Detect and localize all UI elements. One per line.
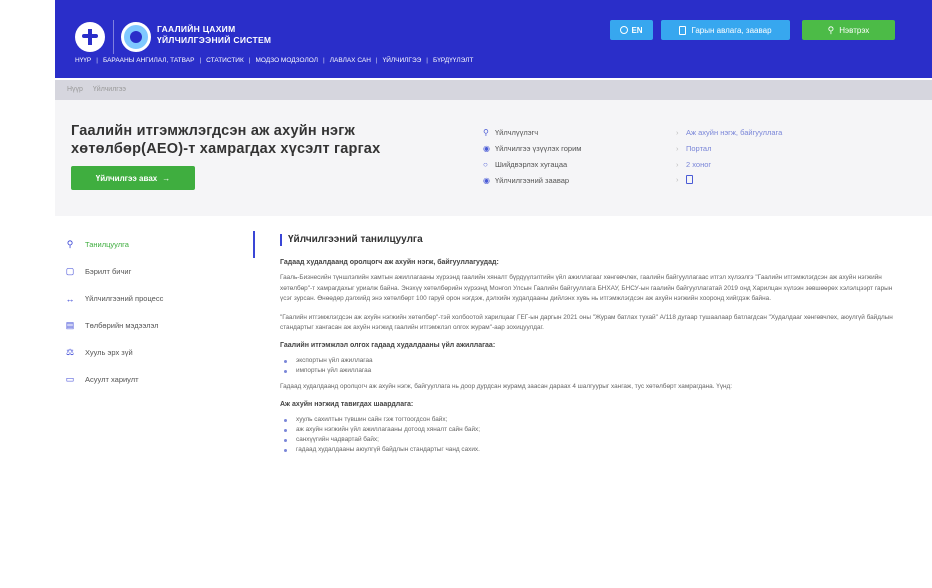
nav-separator: |	[375, 57, 378, 64]
sidebar-item-label: Хууль эрх зүй	[85, 348, 133, 357]
guide-document-link[interactable]	[676, 174, 693, 186]
login-label: Нэвтрэх	[839, 25, 870, 35]
nav-item-reference[interactable]: ЛАВЛАХ САН	[330, 57, 371, 64]
breadcrumb: Нүүр Үйлчилгээ	[67, 86, 126, 93]
list-item: аж ахуйн нэгжийн үйл ажиллагааны дотоод …	[280, 425, 900, 435]
list-item: экспортын үйл ажиллагаа	[280, 356, 900, 366]
document-icon	[686, 174, 693, 184]
top-header: ГААЛИЙН ЦАХИМ ҮЙЛЧИЛГЭЭНИЙ СИСТЕМ EN Гар…	[55, 0, 932, 78]
service-info-list: ⚲ Үйлчлүүлэгч Аж ахуйн нэгж, байгууллага…	[483, 124, 883, 188]
info-row-mode: ◉ Үйлчилгээ үзүүлэх горим Портал	[483, 140, 883, 156]
document-icon	[679, 25, 687, 35]
sidebar-item-label: Үйлчилгээний процесс	[85, 294, 164, 303]
nav-item-services[interactable]: ҮЙЛЧИЛГЭЭ	[383, 57, 422, 64]
main-nav: НҮҮР | БАРААНЫ АНГИЛАЛ, ТАТВАР | СТАТИСТИК…	[75, 57, 473, 64]
language-button[interactable]: EN	[610, 20, 653, 40]
content-subheading: Аж ахуйн нэгжид тавигдах шаардлага:	[280, 400, 414, 408]
document-icon: ▢	[65, 266, 75, 276]
requirements-list: хууль сахилтын түвшин сайн гэж тогтоогдс…	[280, 415, 900, 456]
logo-divider	[113, 20, 114, 54]
section-title: Үйлчилгээний танилцуулга	[280, 234, 900, 246]
info-label: Үйлчлүүлэгч	[495, 127, 539, 137]
breadcrumb-current: Үйлчилгээ	[92, 86, 126, 93]
content-paragraph: Гадаад худалдаанд оролцогч аж ахуйн нэгж…	[280, 383, 733, 391]
globe-icon	[620, 26, 629, 34]
content-paragraph: Гааль-Бизнесийн түншлэлийн хамтын ажилла…	[280, 274, 893, 302]
sidebar-item-label: Асуулт хариулт	[85, 375, 139, 384]
content-paragraph: "Гаалийн итгэмжлэгдсэн аж ахуйн нэгжийн …	[280, 313, 893, 332]
org-name-line1: ГААЛИЙН ЦАХИМ	[157, 24, 236, 34]
customs-emblem-icon[interactable]	[75, 22, 105, 52]
language-label: EN	[631, 25, 643, 35]
nav-separator: |	[199, 57, 202, 64]
service-content: Үйлчилгээний танилцуулга Гадаад худалдаа…	[280, 234, 900, 462]
list-item: хууль сахилтын түвшин сайн гэж тогтоогдс…	[280, 415, 900, 425]
info-label: Үйлчилгээний заавар	[495, 175, 570, 185]
sidebar-item-payment[interactable]: ▤ Төлбөрийн мэдээлэл	[55, 312, 255, 339]
sidebar-item-label: Танилцуулга	[85, 240, 129, 249]
process-icon: ↔	[65, 293, 75, 304]
system-logo-icon[interactable]	[121, 22, 151, 52]
payment-icon: ▤	[65, 320, 75, 330]
breadcrumb-bar: Нүүр Үйлчилгээ	[55, 80, 932, 100]
chat-icon: ▭	[65, 374, 75, 384]
login-button[interactable]: ⚲ Нэвтрэх	[802, 20, 895, 40]
info-label: Шийдвэрлэх хугацаа	[495, 159, 568, 169]
nav-item-classification[interactable]: БАРААНЫ АНГИЛАЛ, ТАТВАР	[103, 57, 194, 64]
info-value: 2 хоног	[676, 160, 711, 169]
sidebar-item-law[interactable]: ⚖ Хууль эрх зүй	[55, 339, 255, 366]
start-service-button[interactable]: Үйлчилгээ авах →	[71, 166, 195, 190]
nav-item-statistics[interactable]: СТАТИСТИК	[206, 57, 244, 64]
sidebar-item-introduction[interactable]: ⚲ Танилцуулга	[55, 231, 255, 258]
org-name-line2: ҮЙЛЧИЛГЭЭНИЙ СИСТЕМ	[157, 35, 272, 45]
location-pin-icon: ◉	[483, 143, 490, 153]
user-icon: ⚲	[827, 24, 835, 35]
sidebar-item-label: Бэрилт бичиг	[85, 267, 132, 276]
list-item: гадаад худалдааны аюулгүй байдлын станда…	[280, 445, 900, 455]
page-title: Гаалийн итгэмжлэгдсэн аж ахуйн нэгж хөтө…	[71, 123, 381, 157]
sidebar-item-process[interactable]: ↔ Үйлчилгээний процесс	[55, 285, 255, 312]
sidebar-item-label: Төлбөрийн мэдээлэл	[85, 321, 159, 330]
start-service-label: Үйлчилгээ авах	[95, 173, 158, 183]
sidebar-item-documents[interactable]: ▢ Бэрилт бичиг	[55, 258, 255, 285]
nav-item-modzo[interactable]: МОДЗО МОДЗОЛОЛ	[255, 57, 318, 64]
list-item: импортын үйл ажиллагаа	[280, 366, 900, 376]
guide-button[interactable]: Гарын авлага, заавар	[661, 20, 790, 40]
org-name[interactable]: ГААЛИЙН ЦАХИМ ҮЙЛЧИЛГЭЭНИЙ СИСТЕМ	[157, 24, 271, 46]
service-sidebar: ⚲ Танилцуулга ▢ Бэрилт бичиг ↔ Үйлчилгээ…	[55, 231, 255, 393]
service-hero: Гаалийн итгэмжлэгдсэн аж ахуйн нэгж хөтө…	[55, 100, 932, 216]
nav-separator: |	[323, 57, 325, 64]
nav-separator: |	[248, 57, 251, 64]
user-icon: ⚲	[66, 239, 74, 249]
info-value: Портал	[676, 144, 711, 153]
content-subheading: Гаалийн итгэмжлэл олгох гадаад худалдаан…	[280, 341, 496, 349]
nav-separator: |	[96, 57, 98, 64]
sidebar-item-faq[interactable]: ▭ Асуулт хариулт	[55, 366, 255, 393]
nav-separator: |	[426, 57, 428, 64]
nav-item-home[interactable]: НҮҮР	[75, 57, 91, 64]
nav-item-filing[interactable]: БҮРДҮҮЛЭЛТ	[433, 57, 473, 64]
info-row-guide: ◉ Үйлчилгээний заавар	[483, 172, 883, 188]
guide-label: Гарын авлага, заавар	[691, 25, 772, 35]
activity-list: экспортын үйл ажиллагаа импортын үйл ажи…	[280, 356, 900, 377]
clock-icon: ○	[483, 159, 488, 169]
content-subheading: Гадаад худалдаанд оролцогч аж ахуйн нэгж…	[280, 259, 499, 266]
info-row-customer: ⚲ Үйлчлүүлэгч Аж ахуйн нэгж, байгууллага	[483, 124, 883, 140]
list-item: санхүүгийн чадвартай байх;	[280, 435, 900, 445]
breadcrumb-home[interactable]: Нүүр	[67, 86, 83, 93]
info-label: Үйлчилгээ үзүүлэх горим	[495, 143, 582, 153]
arrow-right-icon: →	[162, 173, 171, 183]
user-icon: ⚲	[483, 127, 489, 137]
law-icon: ⚖	[65, 347, 75, 357]
info-row-duration: ○ Шийдвэрлэх хугацаа 2 хоног	[483, 156, 883, 172]
location-pin-icon: ◉	[483, 175, 490, 185]
info-value: Аж ахуйн нэгж, байгууллага	[676, 128, 782, 137]
